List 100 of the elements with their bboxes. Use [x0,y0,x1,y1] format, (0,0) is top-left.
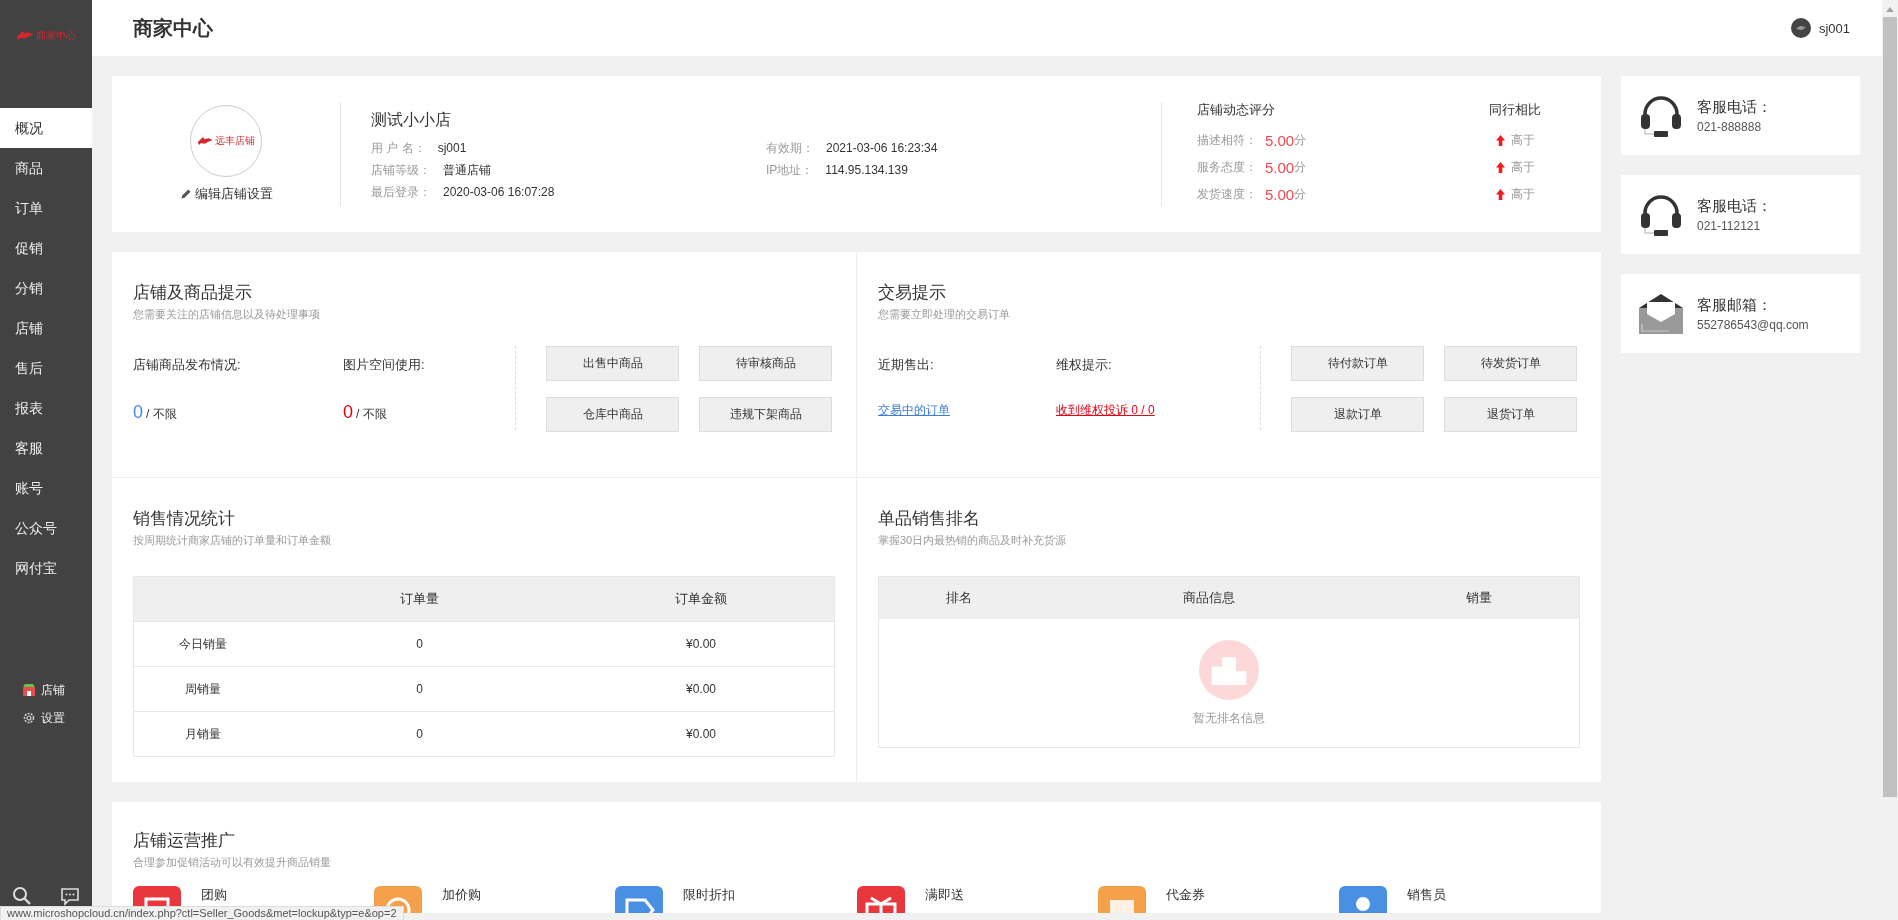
headset-icon [1639,93,1683,138]
compare-text: 高于 [1510,158,1535,176]
stat-limit: / 不限 [146,407,177,421]
table-cell: 0 [271,711,568,757]
rating-score: 5.00 [1265,131,1295,149]
table-cell: 月销量 [133,711,271,757]
action-button[interactable]: 出售中商品 [546,346,679,381]
nav-item[interactable]: 网付宝 [0,548,92,588]
up-arrow-icon [1495,134,1505,146]
scroll-up-icon[interactable] [1886,7,1894,12]
pencil-icon [179,188,192,200]
section-title: 单品销售排名 [878,508,981,530]
table-cell: 今日销量 [133,621,271,667]
promo-link[interactable]: 满即送 [924,886,964,904]
sidebar-link[interactable]: 设置 [22,708,65,728]
nav-item[interactable]: 订单 [0,188,92,228]
stat-label: 近期售出: [878,356,935,374]
nav-item[interactable]: 商品 [0,148,92,188]
stat-count: 0 [343,402,353,422]
url-tooltip: www.microshopcloud.cn/index.php?ctl=Seller_Goods&met=lockup&typ=e&op=2 [0,906,404,920]
up-arrow-icon [1495,188,1505,200]
nav-item[interactable]: 报表 [0,388,92,428]
promo-link[interactable]: 限时折扣 [683,886,736,904]
nav-item[interactable]: 概况 [0,108,92,148]
field-value: 2021-03-06 16:23:34 [826,140,938,155]
order-link[interactable]: 交易中的订单 [878,403,950,417]
rating-label: 服务态度： [1197,158,1257,176]
horse-icon [16,30,34,41]
field-label: IP地址： [766,162,814,177]
column-header: 销量 [1465,589,1493,607]
rating-unit: 分 [1294,158,1307,176]
store-name: 测试小小店 [371,109,452,130]
field-value: 2020-03-06 16:07:28 [443,184,555,199]
rating-label: 发货速度： [1197,185,1257,203]
field-label: 用 户 名： [371,140,426,155]
field-label: 有效期： [766,140,814,155]
nav-item[interactable]: 店铺 [0,308,92,348]
person-icon[interactable] [1338,886,1387,913]
promo-link[interactable]: 团购 [201,886,227,904]
gift-icon[interactable] [856,886,905,913]
nav-item[interactable]: 促销 [0,228,92,268]
chat-icon[interactable] [60,886,80,906]
nav-item[interactable]: 公众号 [0,508,92,548]
column-header: 订单量 [271,576,568,622]
column-header: 排名 [945,589,973,607]
tag-icon[interactable] [615,886,664,913]
action-button[interactable]: 退货订单 [1444,397,1577,432]
logo-text: 商家中心 [36,30,76,42]
contact-value: 021-112121 [1697,218,1762,233]
store-logo-text: 远丰店铺 [215,134,255,148]
field-label: 店铺等级： [371,162,431,177]
edit-store-link[interactable]: 编辑店铺设置 [179,185,273,203]
promo-link[interactable]: 加价购 [442,886,482,904]
table-cell: 周销量 [133,666,271,712]
rating-label: 描述相符： [1197,131,1257,149]
action-button[interactable]: 待付款订单 [1291,346,1424,381]
headset-icon [1639,192,1683,237]
stat-limit: / 不限 [356,407,387,421]
field-value: 114.95.134.139 [825,162,908,177]
promo-link[interactable]: 代金券 [1165,886,1205,904]
ticket-icon[interactable] [1097,886,1146,913]
podium-icon [1199,639,1259,700]
sidebar-link[interactable]: 店铺 [22,680,65,700]
action-button[interactable]: 退款订单 [1291,397,1424,432]
contact-label: 客服电话： [1697,97,1772,117]
envelope-icon [1639,291,1683,336]
user-name[interactable]: sj001 [1818,20,1850,36]
nav-item[interactable]: 客服 [0,428,92,468]
promo-link[interactable]: 销售员 [1406,886,1446,904]
scroll-thumb[interactable] [1883,17,1897,797]
search-icon[interactable] [12,886,32,906]
contact-value: 552786543@qq.com [1697,317,1809,332]
stat-label: 维权提示: [1056,356,1113,374]
nav-item[interactable]: 账号 [0,468,92,508]
section-subtitle: 您需要立即处理的交易订单 [878,307,1011,322]
action-button[interactable]: 仓库中商品 [546,397,679,432]
action-button[interactable]: 待发货订单 [1444,346,1577,381]
order-link[interactable]: 收到维权投诉 0 / 0 [1056,403,1155,417]
gear-icon [22,711,36,725]
section-title: 店铺运营推广 [133,830,236,852]
table-cell: ¥0.00 [568,711,835,757]
action-button[interactable]: 待审核商品 [699,346,832,381]
section-title: 销售情况统计 [133,508,236,530]
up-arrow-icon [1495,161,1505,173]
action-button[interactable]: 违规下架商品 [699,397,832,432]
compare-text: 高于 [1510,131,1535,149]
table-cell: 0 [271,666,568,712]
rating-score: 5.00 [1265,158,1295,176]
rating-score: 5.00 [1265,185,1295,203]
rating-unit: 分 [1294,185,1307,203]
stat-count: 0 [133,402,143,422]
horse-icon [197,136,213,146]
column-header: 订单金额 [568,576,835,622]
nav-item[interactable]: 分销 [0,268,92,308]
stat-label: 店铺商品发布情况: [133,356,242,374]
field-value: sj001 [437,140,467,155]
contact-label: 客服电话： [1697,196,1772,216]
avatar-icon[interactable] [1790,18,1811,38]
store-icon [22,683,36,697]
nav-item[interactable]: 售后 [0,348,92,388]
